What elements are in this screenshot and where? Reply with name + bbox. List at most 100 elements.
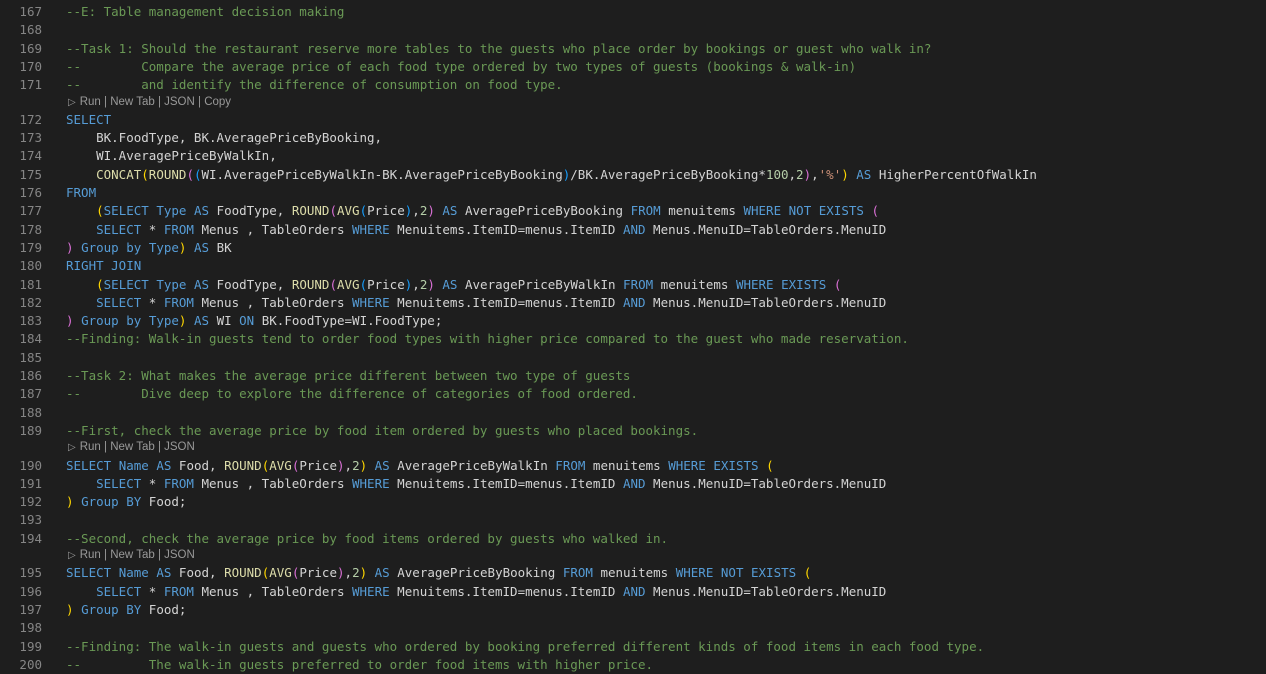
code-token: WHERE (735, 276, 774, 292)
code-text[interactable]: SELECT * FROM Menus , TableOrders WHERE … (66, 294, 886, 312)
line-number: 199 (19, 638, 42, 654)
code-token: AND (622, 221, 646, 237)
code-text[interactable]: -- Dive deep to explore the difference o… (66, 385, 638, 403)
code-text[interactable]: -- Compare the average price of each foo… (66, 58, 856, 76)
code-line[interactable]: 184 --Finding: Walk-in guests tend to ord… (0, 330, 1266, 348)
code-text[interactable]: SELECT * FROM Menus , TableOrders WHERE … (66, 475, 886, 493)
code-text[interactable]: WI.AveragePriceByWalkIn, (66, 147, 277, 165)
line-number: 169 (19, 40, 42, 56)
code-line[interactable]: 181 (SELECT Type AS FoodType, ROUND(AVG(… (0, 276, 1266, 294)
code-line[interactable]: 196 SELECT * FROM Menus , TableOrders WH… (0, 583, 1266, 601)
code-token: Menuitems.ItemID=menus.ItemID (389, 583, 623, 599)
code-token: SELECT (103, 203, 149, 219)
code-token: menuitems (660, 203, 744, 219)
codelens-run-link[interactable]: Run (80, 441, 101, 453)
code-text[interactable]: BK.FoodType, BK.AveragePriceByBooking, (66, 129, 382, 147)
code-line[interactable]: 180 RIGHT JOIN (0, 257, 1266, 275)
code-text[interactable]: --Task 1: Should the restaurant reserve … (66, 40, 931, 58)
code-line[interactable]: 186 --Task 2: What makes the average pric… (0, 367, 1266, 385)
code-line[interactable]: 187 -- Dive deep to explore the differenc… (0, 385, 1266, 403)
code-line[interactable]: 179) Group by Type) AS BK (0, 239, 1266, 257)
code-line[interactable]: 175 CONCAT(ROUND((WI.AveragePriceByWalkI… (0, 166, 1266, 184)
code-line[interactable]: 188 (0, 404, 1266, 422)
codelens-copy-link[interactable]: Copy (204, 96, 231, 108)
codelens-new-tab-link[interactable]: New Tab (110, 96, 155, 108)
code-token: FROM (623, 276, 654, 292)
code-line[interactable]: 173 BK.FoodType, BK.AveragePriceByBookin… (0, 129, 1266, 147)
code-line[interactable]: 172 SELECT (0, 111, 1266, 129)
code-line[interactable]: 189 --First, check the average price by f… (0, 422, 1266, 440)
code-line[interactable]: 168 (0, 21, 1266, 39)
code-line[interactable]: 190 SELECT Name AS Food, ROUND(AVG(Price)… (0, 457, 1266, 475)
line-number: 186 (19, 368, 42, 383)
code-line[interactable]: 198 (0, 619, 1266, 637)
code-line[interactable]: 195 SELECT Name AS Food, ROUND(AVG(Price)… (0, 564, 1266, 582)
code-text[interactable]: SELECT (66, 111, 111, 129)
codelens-json-link[interactable]: JSON (164, 549, 195, 561)
code-token: AND (622, 294, 646, 310)
code-line[interactable]: 176 FROM (0, 184, 1266, 202)
code-line[interactable]: 200 -- The walk-in guests preferred to or… (0, 656, 1266, 674)
code-text[interactable]: SELECT * FROM Menus , TableOrders WHERE … (66, 583, 886, 601)
code-token: BK.FoodType, BK.AveragePriceByBooking, (66, 130, 383, 146)
code-token: ( (329, 203, 337, 219)
code-text[interactable]: ) Group by Type) AS BK (66, 239, 232, 257)
code-token: ( (329, 276, 337, 292)
codelens-json-link[interactable]: JSON (164, 441, 195, 453)
code-text[interactable]: --First, check the average price by food… (66, 422, 698, 440)
code-text[interactable]: --Second, check the average price by foo… (66, 530, 668, 548)
codelens-new-tab-link[interactable]: New Tab (110, 549, 155, 561)
code-line[interactable]: 182 SELECT * FROM Menus , TableOrders WH… (0, 294, 1266, 312)
code-text[interactable]: --Finding: The walk-in guests and guests… (66, 638, 984, 656)
code-line[interactable]: 197) Group BY Food; (0, 601, 1266, 619)
code-line[interactable]: 191 SELECT * FROM Menus , TableOrders WH… (0, 475, 1266, 493)
code-text[interactable]: (SELECT Type AS FoodType, ROUND(AVG(Pric… (66, 202, 879, 220)
code-text[interactable]: --Finding: Walk-in guests tend to order … (66, 330, 909, 348)
code-text[interactable]: RIGHT JOIN (66, 257, 141, 275)
code-text[interactable]: SELECT Name AS Food, ROUND(AVG(Price),2)… (66, 564, 811, 582)
code-token: , (811, 166, 819, 182)
code-text[interactable]: --Task 2: What makes the average price d… (66, 367, 630, 385)
code-line[interactable]: 167 --E: Table management decision making (0, 3, 1266, 21)
code-line[interactable]: 178 SELECT * FROM Menus , TableOrders WH… (0, 221, 1266, 239)
code-token: Group BY (81, 494, 142, 510)
code-line[interactable]: 194 --Second, check the average price by … (0, 530, 1266, 548)
code-token: AS (374, 565, 390, 581)
code-text[interactable]: ) Group by Type) AS WI ON BK.FoodType=WI… (66, 312, 442, 330)
code-line[interactable]: 174 WI.AveragePriceByWalkIn, (0, 147, 1266, 165)
code-token: AVG (269, 565, 292, 581)
code-text[interactable]: -- and identify the difference of consum… (66, 76, 563, 94)
line-number: 176 (19, 185, 42, 200)
code-text[interactable]: --E: Table management decision making (66, 3, 344, 21)
codelens-run-link[interactable]: Run (80, 96, 101, 108)
code-text[interactable]: -- The walk-in guests preferred to order… (66, 656, 653, 674)
code-line[interactable]: 193 (0, 511, 1266, 529)
code-editor[interactable]: 167 --E: Table management decision making… (0, 0, 1266, 673)
code-token: ROUND (224, 457, 262, 473)
code-line[interactable]: 183) Group by Type) AS WI ON BK.FoodType… (0, 312, 1266, 330)
codelens-json-link[interactable]: JSON (164, 96, 195, 108)
code-text[interactable]: FROM (66, 184, 96, 202)
code-line[interactable]: 177 (SELECT Type AS FoodType, ROUND(AVG(… (0, 202, 1266, 220)
codelens-run-link[interactable]: Run (80, 549, 101, 561)
code-text[interactable]: SELECT Name AS Food, ROUND(AVG(Price),2)… (66, 457, 774, 475)
code-text[interactable]: (SELECT Type AS FoodType, ROUND(AVG(Pric… (66, 276, 841, 294)
code-line[interactable]: 171 -- and identify the difference of con… (0, 76, 1266, 94)
code-line[interactable]: 199 --Finding: The walk-in guests and gue… (0, 638, 1266, 656)
code-line[interactable]: 192) Group BY Food; (0, 493, 1266, 511)
code-token: RIGHT JOIN (66, 258, 142, 274)
code-text[interactable]: ) Group BY Food; (66, 493, 186, 511)
code-line[interactable]: 169 --Task 1: Should the restaurant reser… (0, 40, 1266, 58)
code-line[interactable]: 170 -- Compare the average price of each … (0, 58, 1266, 76)
code-line[interactable]: 185 (0, 349, 1266, 367)
line-number: 190 (19, 457, 42, 473)
line-number: 174 (19, 148, 42, 164)
code-text[interactable]: SELECT * FROM Menus , TableOrders WHERE … (66, 221, 886, 239)
codelens-new-tab-link[interactable]: New Tab (110, 441, 155, 453)
code-text[interactable]: CONCAT(ROUND((WI.AveragePriceByWalkIn-BK… (66, 166, 1037, 184)
code-token: FROM (66, 185, 97, 200)
code-text[interactable]: ) Group BY Food; (66, 601, 186, 619)
